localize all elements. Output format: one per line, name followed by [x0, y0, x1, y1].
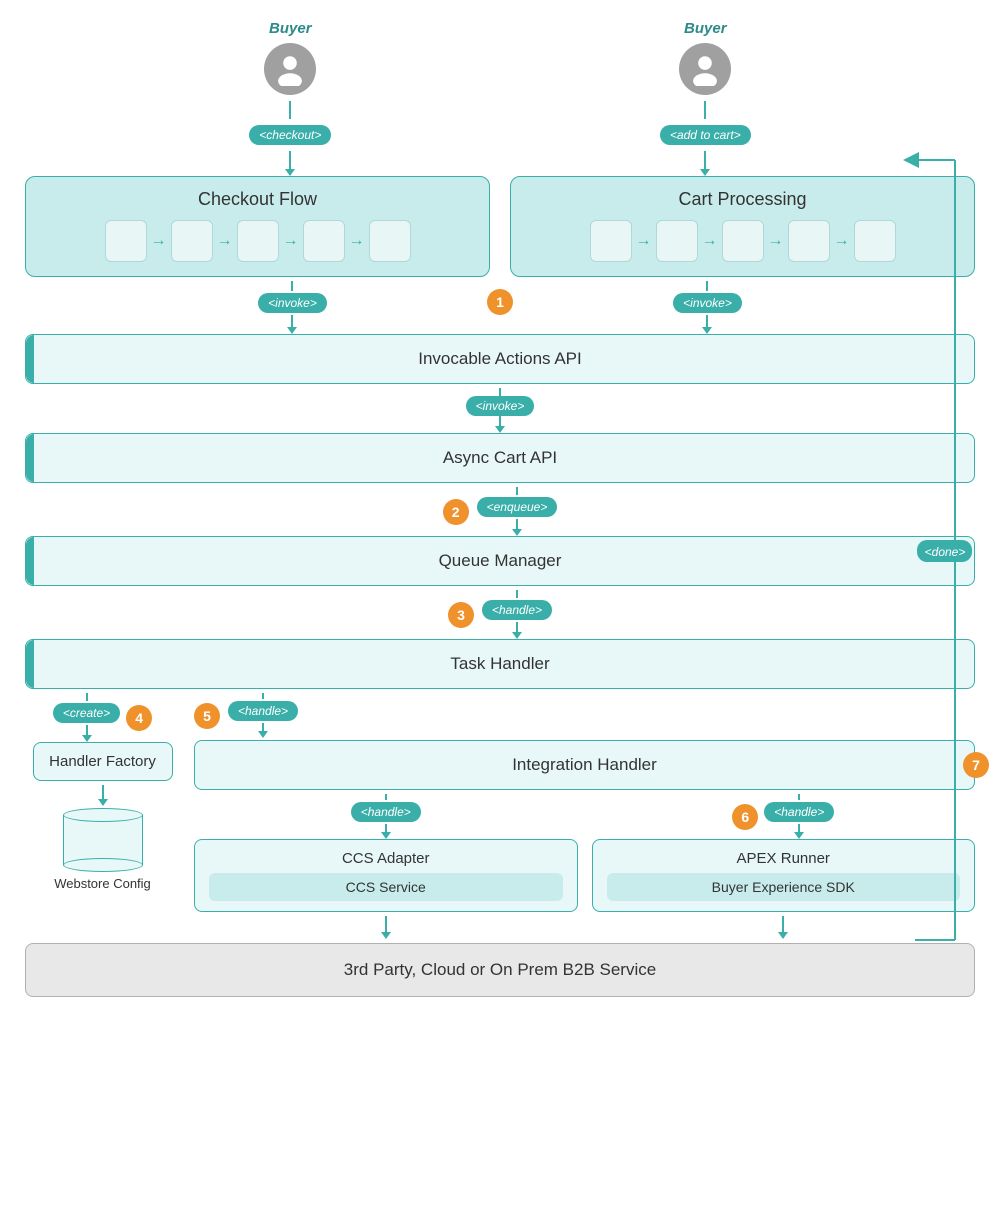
- badge-5: 5: [194, 703, 220, 729]
- cart-processing-box: Cart Processing → → → →: [510, 176, 975, 277]
- ccs-adapter-title: CCS Adapter: [209, 850, 563, 867]
- buyer-exp-sdk-label: Buyer Experience SDK: [607, 873, 961, 901]
- cart-arrow-4: →: [834, 232, 850, 250]
- invoke-left-section: <invoke>: [258, 281, 327, 334]
- checkout-arrow: [289, 101, 291, 119]
- db-top: [63, 808, 143, 822]
- right-connector-svg: <done>: [915, 160, 975, 1020]
- invoke-left-arrow-down: [287, 315, 297, 334]
- flow-arrow-3: →: [283, 232, 299, 250]
- handle1-section: 3 <handle>: [25, 590, 975, 639]
- badge-2: 2: [443, 499, 469, 525]
- integration-handler-label: Integration Handler: [512, 755, 657, 774]
- invoke2-label: <invoke>: [466, 396, 535, 416]
- actor-left-icon: [264, 43, 316, 95]
- invocable-api-box: Invocable Actions API: [25, 334, 975, 384]
- invoke-right-section: <invoke>: [673, 281, 742, 334]
- cart-step-5: [854, 220, 896, 262]
- third-party-arrows: [194, 916, 975, 939]
- adapter-arrows-row: <handle> 6 <handle>: [194, 794, 975, 839]
- webstore-config-db: Webstore Config: [54, 808, 151, 891]
- invoke-right-arrow-up: [706, 281, 708, 291]
- queue-manager-bar: [26, 537, 34, 585]
- invoke-left-arrow-up: [291, 281, 293, 291]
- add-to-cart-arrow: [704, 101, 706, 119]
- queue-manager-label: Queue Manager: [439, 551, 562, 570]
- enqueue-label: <enqueue>: [477, 497, 558, 517]
- add-to-cart-arrow-2: [700, 151, 710, 176]
- person-icon-left: [273, 52, 307, 86]
- handler-row: <create> 4 Handler Factory: [25, 693, 975, 939]
- handle2-label: <handle>: [228, 701, 298, 721]
- badge-4: 4: [126, 705, 152, 731]
- invoke2-arrow-up: [499, 388, 501, 396]
- flow-step-1: [105, 220, 147, 262]
- cart-step-2: [656, 220, 698, 262]
- third-party-box: 3rd Party, Cloud or On Prem B2B Service: [25, 943, 975, 997]
- invoke-right-label: <invoke>: [673, 293, 742, 313]
- add-to-cart-label: <add to cart>: [660, 125, 751, 145]
- badge-1: 1: [487, 289, 513, 315]
- flow-step-4: [303, 220, 345, 262]
- actor-left-label: Buyer: [269, 20, 312, 37]
- handle1-label: <handle>: [482, 600, 552, 620]
- handle4-label: <handle>: [764, 802, 834, 822]
- person-icon-right: [688, 52, 722, 86]
- task-handler-bar: [26, 640, 34, 688]
- queue-manager-box: Queue Manager: [25, 536, 975, 586]
- task-handler-box: Task Handler: [25, 639, 975, 689]
- badge-3: 3: [448, 602, 474, 628]
- cart-processing-title: Cart Processing: [525, 189, 960, 210]
- webstore-config-label: Webstore Config: [54, 876, 151, 891]
- invocable-api-bar: [26, 335, 34, 383]
- create-label: <create>: [53, 703, 120, 723]
- cart-arrow-2: →: [702, 232, 718, 250]
- checkout-flow-box: Checkout Flow → → → →: [25, 176, 490, 277]
- cart-arrow-3: →: [768, 232, 784, 250]
- async-cart-api-label: Async Cart API: [443, 448, 557, 467]
- apex-runner-title: APEX Runner: [607, 850, 961, 867]
- checkout-label: <checkout>: [249, 125, 331, 145]
- async-cart-api-bar: [26, 434, 34, 482]
- cart-step-4: [788, 220, 830, 262]
- flow-step-5: [369, 220, 411, 262]
- enqueue-section: 2 <enqueue>: [25, 487, 975, 536]
- async-cart-api-box: Async Cart API: [25, 433, 975, 483]
- ccs-adapter-box: CCS Adapter CCS Service: [194, 839, 578, 912]
- invoke2-section: <invoke>: [25, 388, 975, 433]
- checkout-arrow-2: [285, 151, 295, 176]
- invoke2-arrow-down: [495, 416, 505, 433]
- handler-factory-col: <create> 4 Handler Factory: [25, 693, 180, 891]
- cart-processing-steps: → → → →: [525, 220, 960, 262]
- flow-step-3: [237, 220, 279, 262]
- ccs-service-label: CCS Service: [209, 873, 563, 901]
- cart-step-1: [590, 220, 632, 262]
- third-party-label: 3rd Party, Cloud or On Prem B2B Service: [344, 960, 656, 979]
- integration-handler-box: Integration Handler: [194, 740, 975, 790]
- actor-right-label: Buyer: [684, 20, 727, 37]
- invocable-api-label: Invocable Actions API: [418, 349, 582, 368]
- handler-factory-label: Handler Factory: [49, 753, 156, 770]
- svg-text:<done>: <done>: [925, 545, 966, 559]
- checkout-flow-steps: → → → →: [40, 220, 475, 262]
- adapters-row: CCS Adapter CCS Service APEX Runner Buye…: [194, 839, 975, 912]
- cart-step-3: [722, 220, 764, 262]
- flow-arrow-2: →: [217, 232, 233, 250]
- invoke-right-arrow-down: [702, 315, 712, 334]
- integration-col: 5 <handle> Integration Handler 7: [194, 693, 975, 939]
- flow-step-2: [171, 220, 213, 262]
- flow-arrow-4: →: [349, 232, 365, 250]
- actor-right-icon: [679, 43, 731, 95]
- actor-buyer-left: Buyer <checkout>: [249, 20, 331, 176]
- handler-factory-box: Handler Factory: [33, 742, 173, 781]
- cart-arrow-1: →: [636, 232, 652, 250]
- actor-buyer-right: Buyer <add to cart>: [660, 20, 751, 176]
- badge-6: 6: [732, 804, 758, 830]
- flow-arrow-1: →: [151, 232, 167, 250]
- invoke-left-label: <invoke>: [258, 293, 327, 313]
- task-handler-label: Task Handler: [450, 654, 549, 673]
- db-bottom: [63, 858, 143, 872]
- checkout-flow-title: Checkout Flow: [40, 189, 475, 210]
- handle3-label: <handle>: [351, 802, 421, 822]
